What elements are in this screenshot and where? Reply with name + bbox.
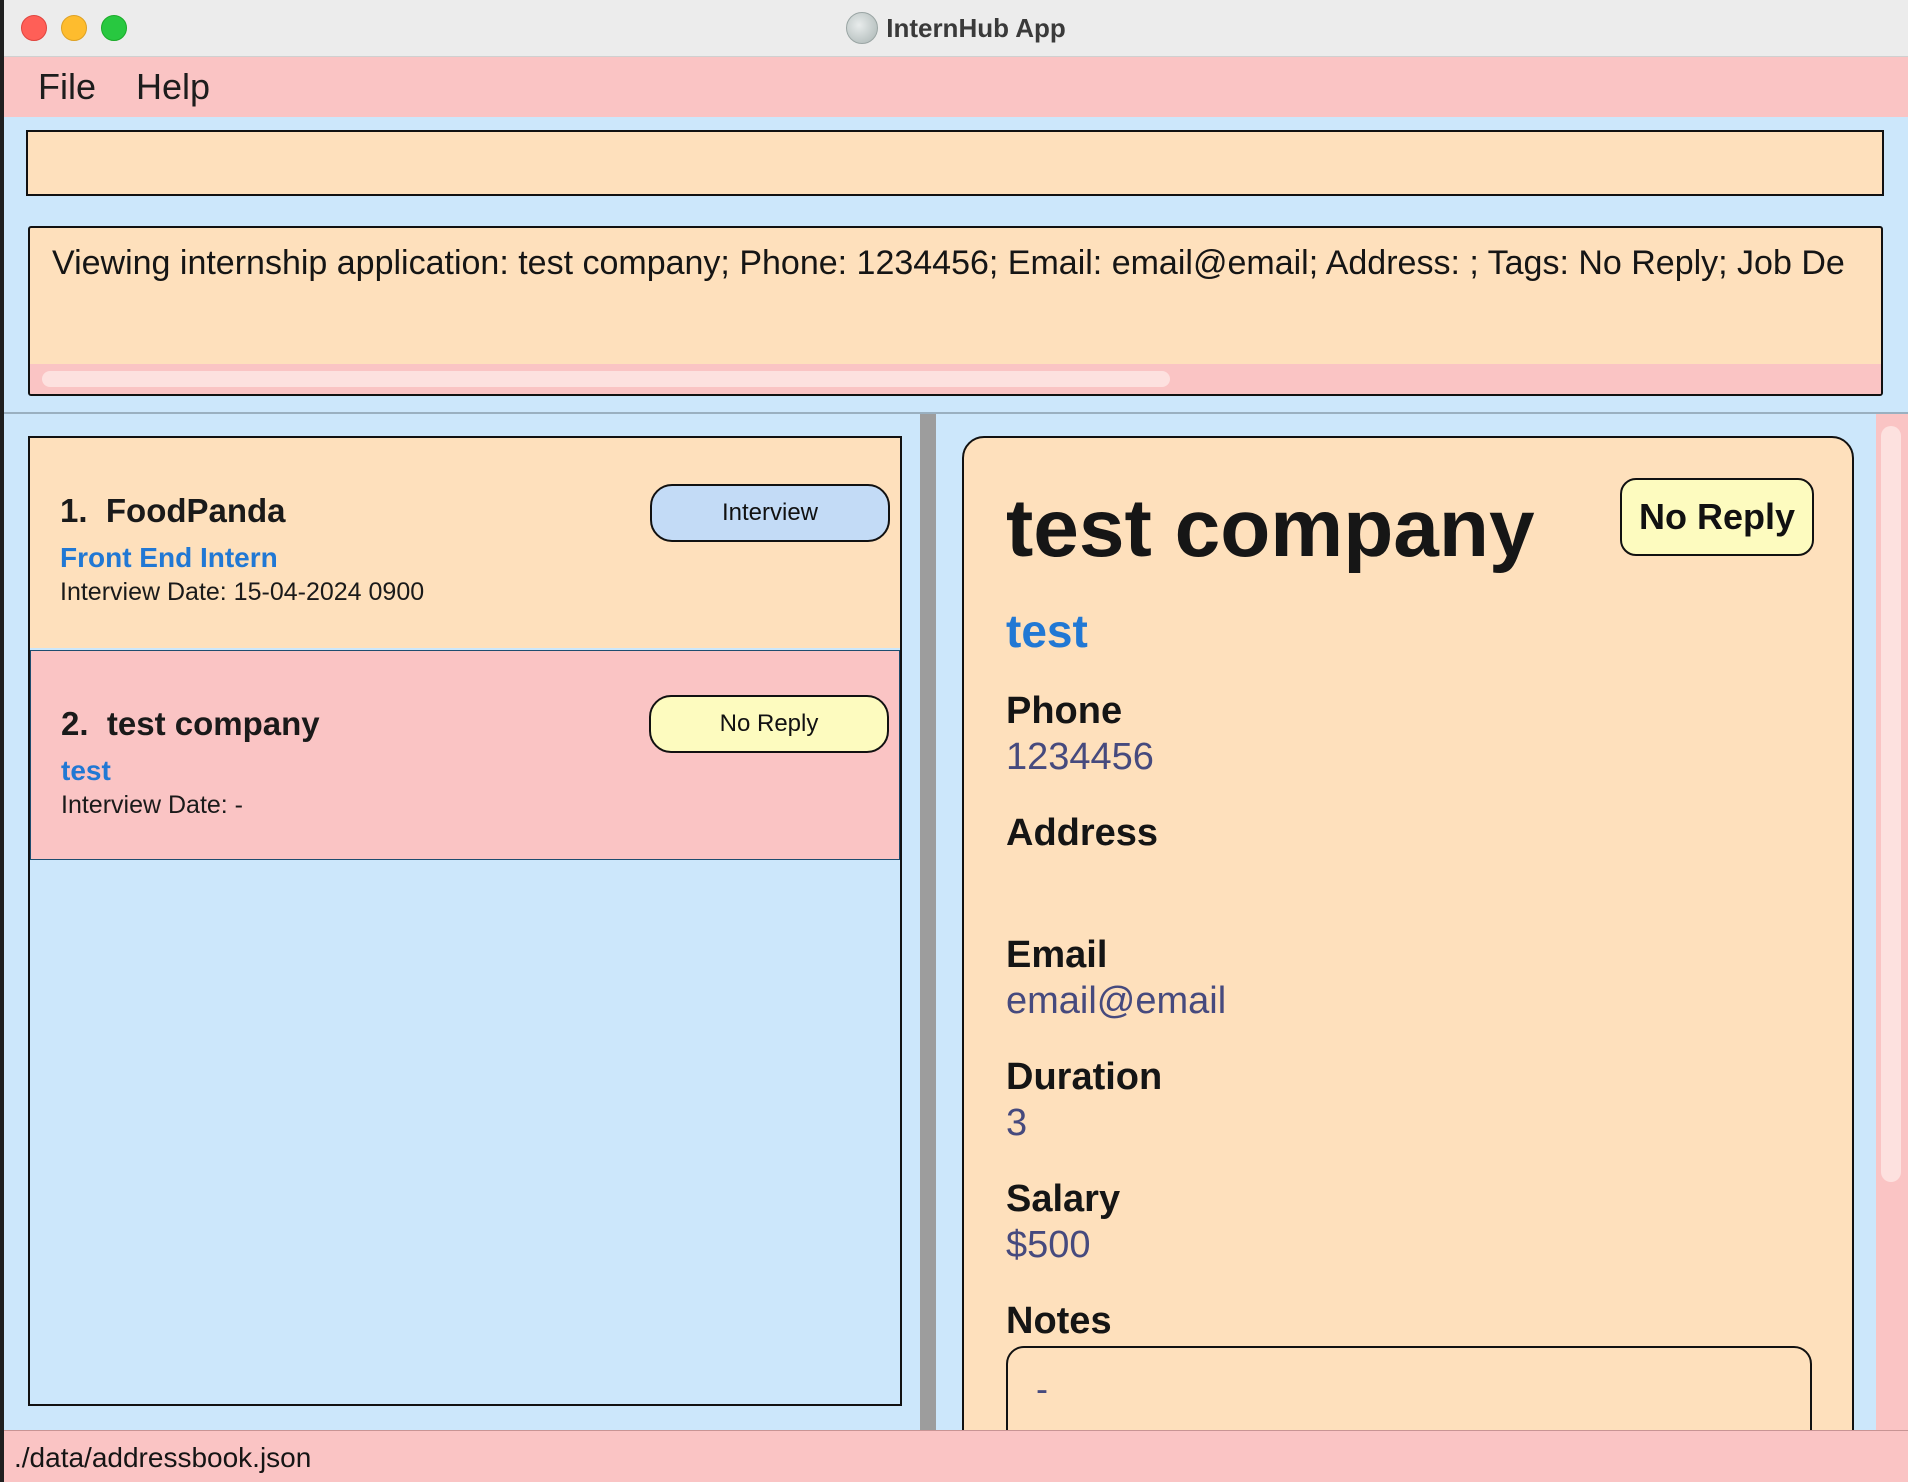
detail-company-name: test company (1006, 483, 1535, 574)
application-card-selected[interactable]: 2. test company test Interview Date: - N… (30, 650, 900, 860)
detail-vertical-scrollbar[interactable] (1876, 414, 1908, 1430)
status-tag-no-reply: No Reply (649, 695, 889, 753)
result-message: Viewing internship application: test com… (52, 244, 1845, 282)
command-input[interactable] (26, 130, 1884, 196)
salary-value: $500 (1006, 1224, 1091, 1266)
card-title: 2. test company (61, 705, 320, 742)
title-bar: InternHub App (4, 0, 1908, 57)
split-pane-divider[interactable] (920, 414, 936, 1430)
detail-status-badge: No Reply (1620, 478, 1814, 556)
window-title-group: InternHub App (4, 0, 1908, 56)
address-label: Address (1006, 812, 1159, 854)
notes-label: Notes (1006, 1300, 1112, 1342)
phone-value: 1234456 (1006, 736, 1154, 778)
email-label: Email (1006, 934, 1108, 976)
phone-label: Phone (1006, 690, 1123, 732)
menu-file[interactable]: File (18, 66, 116, 108)
card-title: 1. FoodPanda (60, 492, 286, 529)
status-tag-interview: Interview (650, 484, 890, 542)
pane-divider (4, 412, 1908, 414)
detail-role: test (1006, 605, 1088, 657)
salary-label: Salary (1006, 1178, 1121, 1220)
application-list[interactable]: 1. FoodPanda Front End Intern Interview … (28, 436, 902, 1406)
data-file-path: ./data/addressbook.json (14, 1442, 312, 1473)
application-card[interactable]: 1. FoodPanda Front End Intern Interview … (30, 438, 900, 648)
window-title: InternHub App (886, 12, 1066, 43)
card-role: Front End Intern (60, 542, 278, 573)
card-interview-date: Interview Date: 15-04-2024 0900 (60, 578, 425, 606)
duration-value: 3 (1006, 1102, 1028, 1144)
card-interview-date: Interview Date: - (61, 791, 244, 819)
duration-label: Duration (1006, 1056, 1163, 1098)
app-logo-icon (846, 12, 879, 44)
detail-scrollbar-thumb[interactable] (1881, 426, 1901, 1182)
application-detail-panel[interactable]: test company No Reply test Phone 1234456… (962, 436, 1854, 1446)
menu-help[interactable]: Help (116, 66, 230, 108)
email-value: email@email (1006, 980, 1227, 1022)
result-horizontal-scrollbar[interactable] (30, 364, 1881, 394)
card-role: test (61, 755, 111, 786)
result-scrollbar-thumb[interactable] (42, 371, 1170, 387)
status-bar: ./data/addressbook.json (4, 1430, 1908, 1482)
menu-bar: File Help (4, 57, 1908, 117)
app-window: InternHub App File Help Viewing internsh… (4, 0, 1908, 1482)
notes-value: - (1036, 1368, 1048, 1409)
result-display[interactable]: Viewing internship application: test com… (28, 226, 1883, 396)
